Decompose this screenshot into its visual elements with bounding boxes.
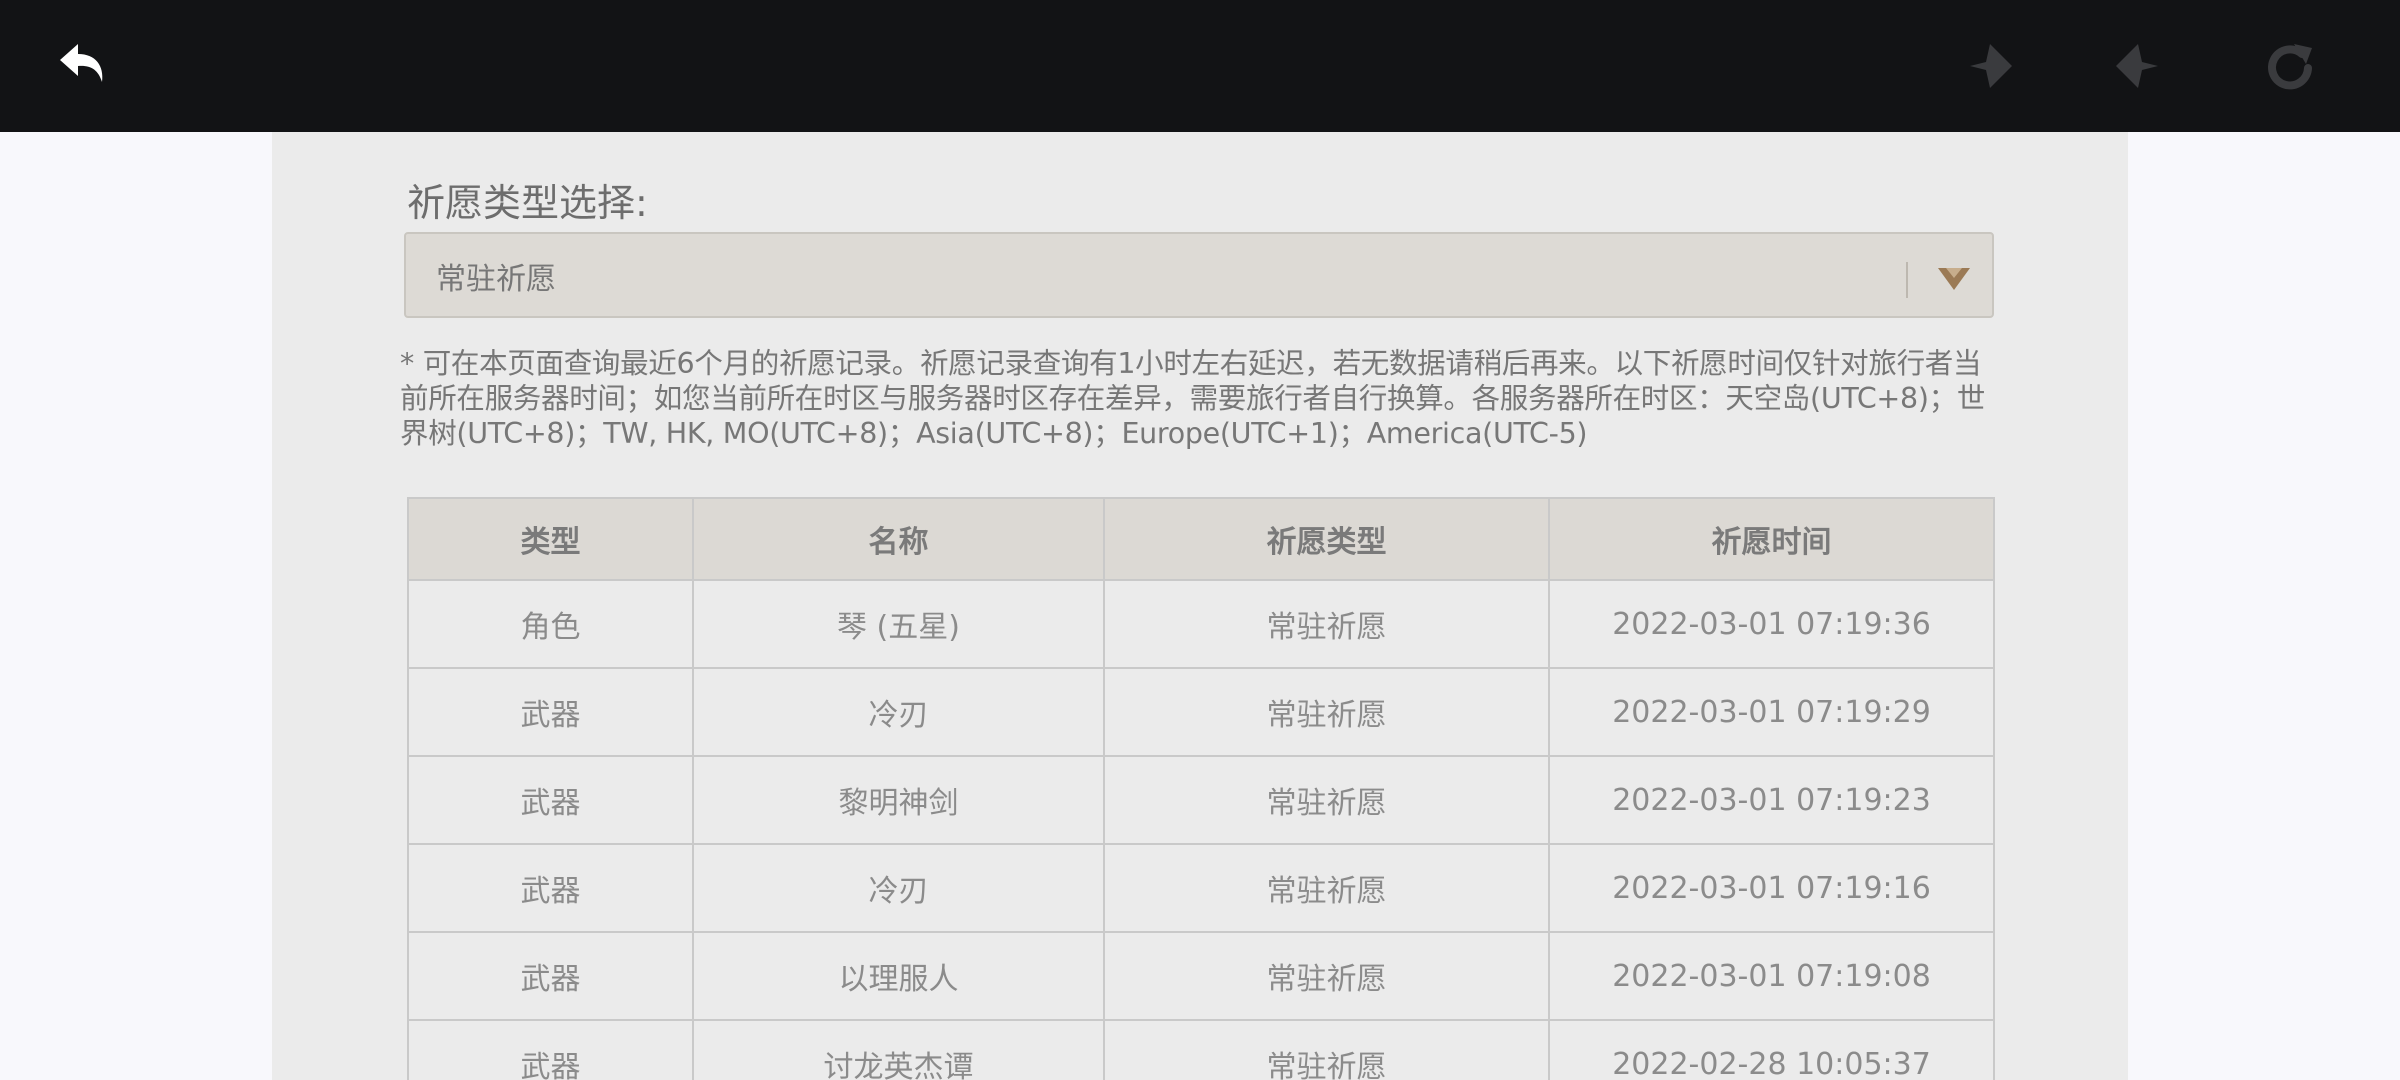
notice-text: * 可在本页面查询最近6个月的祈愿记录。祈愿记录查询有1小时左右延迟，若无数据请…	[400, 347, 1986, 450]
cell-time: 2022-03-01 07:19:36	[1548, 579, 1995, 669]
table-header-row: 类型 名称 祈愿类型 祈愿时间	[407, 497, 1995, 581]
table-row: 武器 以理服人 常驻祈愿 2022-03-01 07:19:08	[407, 931, 1995, 1021]
chevron-down-icon[interactable]	[1932, 262, 1976, 298]
cell-wish-type: 常驻祈愿	[1103, 667, 1550, 757]
wish-type-selected-value: 常驻祈愿	[436, 262, 556, 297]
prev-page-button[interactable]	[1954, 30, 2026, 102]
cell-wish-type: 常驻祈愿	[1103, 579, 1550, 669]
wish-type-label: 祈愿类型选择:	[407, 181, 648, 225]
header-wish-time: 祈愿时间	[1548, 497, 1995, 581]
cell-name: 冷刃	[692, 667, 1105, 757]
cell-name: 以理服人	[692, 931, 1105, 1021]
table-row: 武器 讨龙英杰谭 常驻祈愿 2022-02-28 10:05:37	[407, 1019, 1995, 1080]
wish-records-table: 类型 名称 祈愿类型 祈愿时间 角色 琴 (五星) 常驻祈愿 2022-03-0…	[407, 497, 1995, 1080]
cell-time: 2022-03-01 07:19:29	[1548, 667, 1995, 757]
table-row: 武器 冷刃 常驻祈愿 2022-03-01 07:19:16	[407, 843, 1995, 933]
cell-time: 2022-03-01 07:19:08	[1548, 931, 1995, 1021]
header-type: 类型	[407, 497, 694, 581]
cell-wish-type: 常驻祈愿	[1103, 931, 1550, 1021]
refresh-icon	[2268, 44, 2312, 90]
cell-type: 武器	[407, 931, 694, 1021]
cell-type: 角色	[407, 579, 694, 669]
cell-name: 黎明神剑	[692, 755, 1105, 845]
cell-type: 武器	[407, 667, 694, 757]
wish-type-select[interactable]: 常驻祈愿	[404, 232, 1994, 318]
cell-wish-type: 常驻祈愿	[1103, 843, 1550, 933]
refresh-button[interactable]	[2254, 30, 2326, 102]
diamond-left-icon	[1970, 44, 2012, 88]
header-wish-type: 祈愿类型	[1103, 497, 1550, 581]
cell-name: 讨龙英杰谭	[692, 1019, 1105, 1080]
undo-arrow-icon	[60, 44, 103, 82]
cell-name: 冷刃	[692, 843, 1105, 933]
cell-type: 武器	[407, 1019, 694, 1080]
wish-history-panel: 祈愿类型选择: 常驻祈愿 * 可在本页面查询最近6个月的祈愿记录。祈愿记录查询有…	[272, 132, 2128, 1080]
table-row: 武器 冷刃 常驻祈愿 2022-03-01 07:19:29	[407, 667, 1995, 757]
cell-type: 武器	[407, 755, 694, 845]
cell-time: 2022-03-01 07:19:16	[1548, 843, 1995, 933]
cell-name: 琴 (五星)	[692, 579, 1105, 669]
cell-wish-type: 常驻祈愿	[1103, 1019, 1550, 1080]
cell-time: 2022-03-01 07:19:23	[1548, 755, 1995, 845]
table-row: 角色 琴 (五星) 常驻祈愿 2022-03-01 07:19:36	[407, 579, 1995, 669]
table-row: 武器 黎明神剑 常驻祈愿 2022-03-01 07:19:23	[407, 755, 1995, 845]
top-toolbar	[0, 0, 2400, 132]
cell-wish-type: 常驻祈愿	[1103, 755, 1550, 845]
cell-time: 2022-02-28 10:05:37	[1548, 1019, 1995, 1080]
cell-type: 武器	[407, 843, 694, 933]
back-button[interactable]	[48, 30, 120, 102]
diamond-right-icon	[2116, 44, 2158, 88]
next-page-button[interactable]	[2102, 30, 2174, 102]
header-name: 名称	[692, 497, 1105, 581]
select-divider	[1906, 262, 1908, 298]
